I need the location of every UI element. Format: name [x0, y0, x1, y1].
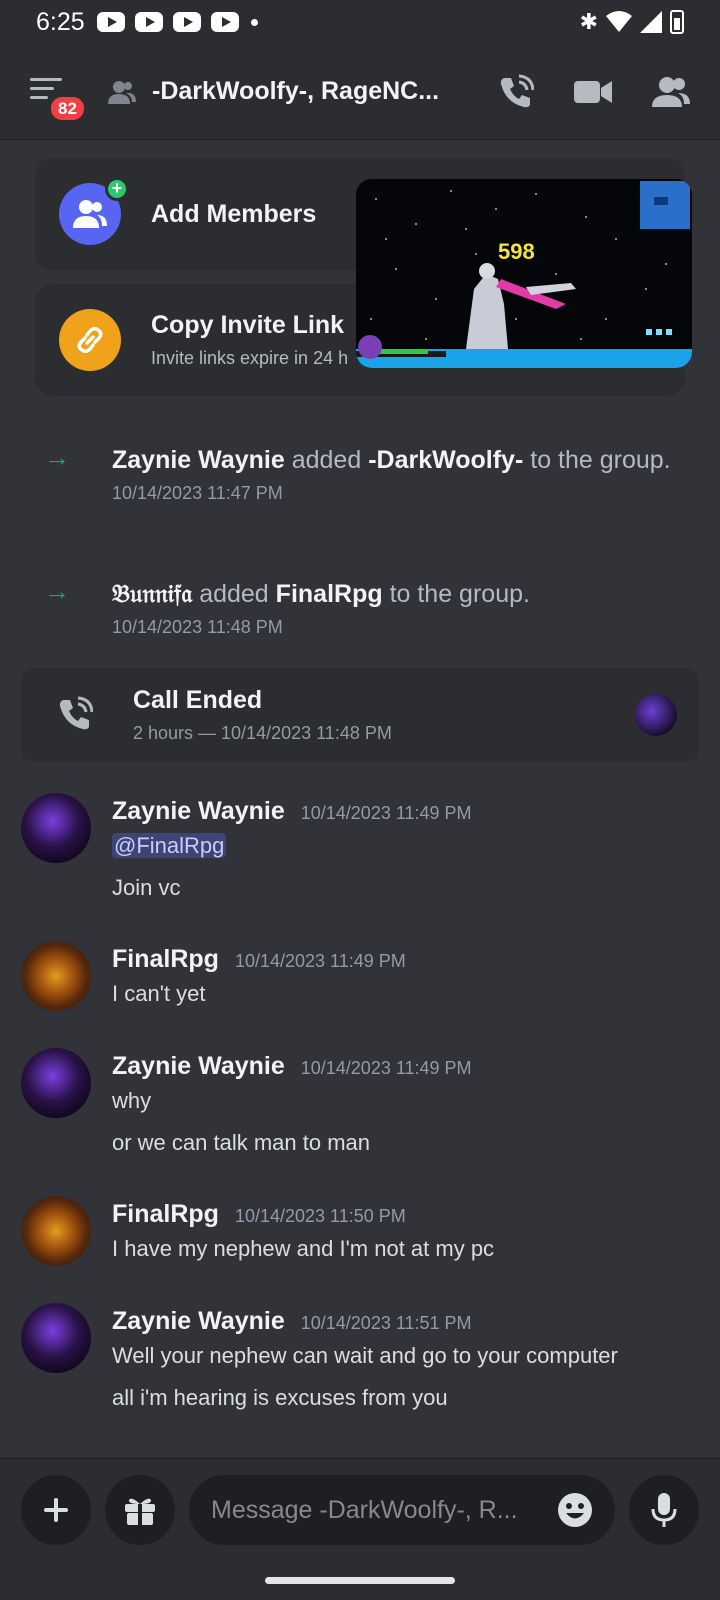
message: Zaynie Waynie 10/14/2023 11:49 PM @Final…	[0, 793, 720, 903]
actor-name[interactable]: Zaynie Waynie	[112, 446, 285, 474]
add-members-label: Add Members	[151, 199, 317, 228]
message-input[interactable]: Message -DarkWoolfy-, R...	[189, 1475, 615, 1545]
avatar[interactable]	[21, 1196, 91, 1266]
unread-badge: 82	[48, 93, 87, 123]
add-members-icon: +	[59, 177, 129, 245]
plus-badge-icon: +	[105, 177, 129, 201]
participant-avatar[interactable]	[635, 694, 677, 736]
youtube-notification-icon	[172, 12, 201, 32]
author-name[interactable]: Zaynie Waynie	[112, 1052, 285, 1081]
call-ended-icon	[59, 696, 93, 730]
avatar[interactable]	[21, 1048, 91, 1118]
hamburger-icon[interactable]: 82	[30, 77, 87, 123]
channel-title[interactable]: -DarkWoolfy-, RageNC...	[152, 77, 462, 106]
message-input-placeholder: Message -DarkWoolfy-, R...	[211, 1495, 518, 1524]
game-stream-image: 598	[356, 179, 692, 368]
message-text: or we can talk man to man	[112, 1130, 371, 1155]
youtube-notification-icon	[134, 12, 163, 32]
pip-video-overlay[interactable]: 598	[356, 179, 692, 368]
avatar[interactable]	[21, 793, 91, 863]
arrow-right-icon: →	[44, 576, 70, 606]
user-mention[interactable]: @FinalRpg	[112, 833, 227, 858]
message: Zaynie Waynie 10/14/2023 11:51 PM Well y…	[0, 1303, 720, 1413]
plus-icon	[44, 1498, 68, 1522]
timestamp: 10/14/2023 11:49 PM	[300, 803, 472, 823]
phone-call-icon[interactable]	[498, 74, 534, 110]
voice-button[interactable]	[629, 1475, 699, 1545]
timestamp: 10/14/2023 11:49 PM	[234, 951, 406, 971]
status-bar: 6:25 ✱	[0, 0, 720, 44]
group-icon	[108, 80, 136, 104]
copy-invite-sub: Invite links expire in 24 h	[151, 348, 349, 368]
attach-button[interactable]	[21, 1475, 91, 1545]
timestamp: 10/14/2023 11:51 PM	[300, 1313, 472, 1333]
message-text: why	[112, 1088, 152, 1113]
verb: added	[199, 580, 269, 608]
signal-icon	[640, 11, 662, 33]
link-icon	[59, 309, 121, 371]
avatar[interactable]	[21, 941, 91, 1011]
copy-invite-label: Copy Invite Link	[151, 311, 345, 339]
status-time: 6:25	[36, 7, 85, 36]
timestamp: 10/14/2023 11:48 PM	[112, 617, 283, 637]
youtube-notification-icon	[96, 12, 125, 32]
battery-icon	[670, 10, 684, 34]
youtube-notification-icon	[210, 12, 239, 32]
more-notifications-dot	[250, 18, 258, 26]
arrow-right-icon: →	[44, 442, 70, 472]
message: Zaynie Waynie 10/14/2023 11:49 PM why or…	[0, 1048, 720, 1158]
gift-button[interactable]	[105, 1475, 175, 1545]
suffix: to the group.	[389, 580, 530, 608]
emoji-icon[interactable]	[557, 1492, 593, 1528]
message-text: Join vc	[112, 875, 181, 900]
call-subtitle: 2 hours — 10/14/2023 11:48 PM	[133, 723, 392, 743]
author-name[interactable]: FinalRpg	[112, 1200, 219, 1229]
mic-icon	[651, 1493, 677, 1527]
score-text: 598	[498, 239, 535, 264]
timestamp: 10/14/2023 11:50 PM	[234, 1206, 406, 1226]
message-text: I can't yet	[112, 981, 206, 1006]
message-text: Well your nephew can wait and go to your…	[112, 1343, 618, 1368]
author-name[interactable]: Zaynie Waynie	[112, 797, 285, 826]
message: FinalRpg 10/14/2023 11:50 PM I have my n…	[0, 1196, 720, 1276]
timestamp: 10/14/2023 11:49 PM	[300, 1058, 472, 1078]
call-title: Call Ended	[133, 686, 263, 714]
system-message-text: Zaynie Waynie added -DarkWoolfy- to the …	[112, 440, 672, 506]
message: FinalRpg 10/14/2023 11:49 PM I can't yet	[0, 941, 720, 1021]
system-message: → Zaynie Waynie added -DarkWoolfy- to th…	[0, 440, 720, 540]
author-name[interactable]: FinalRpg	[112, 945, 219, 974]
video-icon[interactable]	[574, 78, 612, 106]
suffix: to the group.	[530, 446, 671, 474]
verb: added	[291, 446, 362, 474]
gift-icon	[125, 1498, 155, 1525]
wifi-icon	[606, 11, 632, 32]
avatar[interactable]	[21, 1303, 91, 1373]
system-message-text: 𝔅𝔲𝔫𝔫𝔦𝔣𝔞 added FinalRpg to the group. 10/…	[112, 574, 672, 640]
bluetooth-icon: ✱	[579, 9, 598, 34]
author-name[interactable]: Zaynie Waynie	[112, 1307, 285, 1336]
target-name[interactable]: FinalRpg	[276, 580, 383, 608]
home-indicator[interactable]	[265, 1577, 455, 1584]
call-ended-card[interactable]: Call Ended 2 hours — 10/14/2023 11:48 PM	[21, 668, 699, 762]
members-icon[interactable]	[652, 76, 690, 108]
channel-header: 82 -DarkWoolfy-, RageNC...	[0, 44, 720, 140]
system-message: → 𝔅𝔲𝔫𝔫𝔦𝔣𝔞 added FinalRpg to the group. 1…	[0, 574, 720, 637]
actor-name[interactable]: 𝔅𝔲𝔫𝔫𝔦𝔣𝔞	[112, 580, 192, 608]
message-text: all i'm hearing is excuses from you	[112, 1385, 448, 1410]
timestamp: 10/14/2023 11:47 PM	[112, 483, 283, 503]
target-name[interactable]: -DarkWoolfy-	[368, 446, 523, 474]
message-text: I have my nephew and I'm not at my pc	[112, 1236, 495, 1261]
